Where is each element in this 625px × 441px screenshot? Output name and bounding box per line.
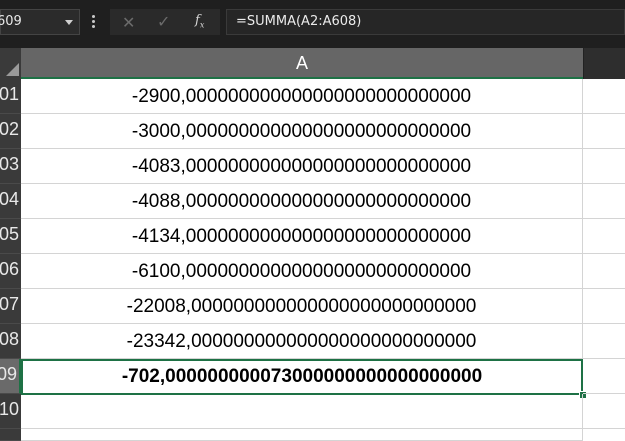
table-cell-b[interactable] (583, 359, 625, 394)
column-header-b[interactable] (583, 48, 625, 79)
table-cell[interactable] (21, 394, 583, 429)
table-cell-b[interactable] (583, 254, 625, 289)
table-cell[interactable]: -6100,000000000000000000000000000 (21, 254, 583, 289)
table-cell[interactable]: -2900,000000000000000000000000000 (21, 79, 583, 114)
table-cell-b[interactable] (583, 219, 625, 254)
formula-text[interactable]: =SUMMA(A2:A608) (236, 14, 361, 29)
chevron-down-icon[interactable] (65, 20, 73, 25)
select-all-button[interactable] (0, 48, 21, 79)
table-cell[interactable]: -4134,000000000000000000000000000 (21, 219, 583, 254)
table-cell-b[interactable] (583, 149, 625, 184)
table-cell[interactable] (21, 429, 583, 441)
row-header[interactable]: 606 (0, 254, 21, 289)
insert-function-icon[interactable]: fx (195, 13, 204, 30)
active-cell[interactable]: -702,000000000073000000000000000000 (21, 359, 583, 395)
cancel-icon[interactable]: ✕ (122, 13, 135, 33)
row-header[interactable]: 601 (0, 79, 21, 114)
table-cell-b[interactable] (583, 79, 625, 114)
row-header[interactable] (0, 429, 21, 441)
table-cell-b[interactable] (583, 289, 625, 324)
table-cell[interactable]: -3000,000000000000000000000000000 (21, 114, 583, 149)
more-options-icon[interactable] (92, 15, 96, 29)
table-cell-b[interactable] (583, 394, 625, 429)
table-cell[interactable]: -4083,000000000000000000000000000 (21, 149, 583, 184)
table-cell-b[interactable] (583, 184, 625, 219)
row-header[interactable]: 607 (0, 289, 21, 324)
table-cell[interactable]: -4088,000000000000000000000000000 (21, 184, 583, 219)
select-all-icon (6, 63, 19, 76)
row-header[interactable]: 603 (0, 149, 21, 184)
row-header-selected[interactable]: 609 (0, 359, 21, 394)
name-box-value[interactable]: 609 (0, 14, 22, 29)
formula-bar: 609 ✕ ✓ fx =SUMMA(A2:A608) (0, 0, 625, 44)
row-header[interactable]: 608 (0, 324, 21, 359)
row-header[interactable]: 604 (0, 184, 21, 219)
row-header[interactable]: 602 (0, 114, 21, 149)
formula-input[interactable]: =SUMMA(A2:A608) (226, 9, 625, 35)
column-header-a[interactable]: A (21, 48, 583, 79)
table-cell-b[interactable] (583, 114, 625, 149)
worksheet-grid: A 601 -2900,000000000000000000000000000 … (0, 48, 625, 441)
row-header[interactable]: 610 (0, 394, 21, 429)
row-header[interactable]: 605 (0, 219, 21, 254)
table-cell[interactable]: -23342,000000000000000000000000000 (21, 324, 583, 359)
table-cell[interactable]: -22008,000000000000000000000000000 (21, 289, 583, 324)
formula-buttons: ✕ ✓ fx (110, 9, 220, 35)
name-box[interactable]: 609 (0, 9, 80, 35)
check-icon[interactable]: ✓ (157, 12, 170, 32)
table-cell-b[interactable] (583, 324, 625, 359)
